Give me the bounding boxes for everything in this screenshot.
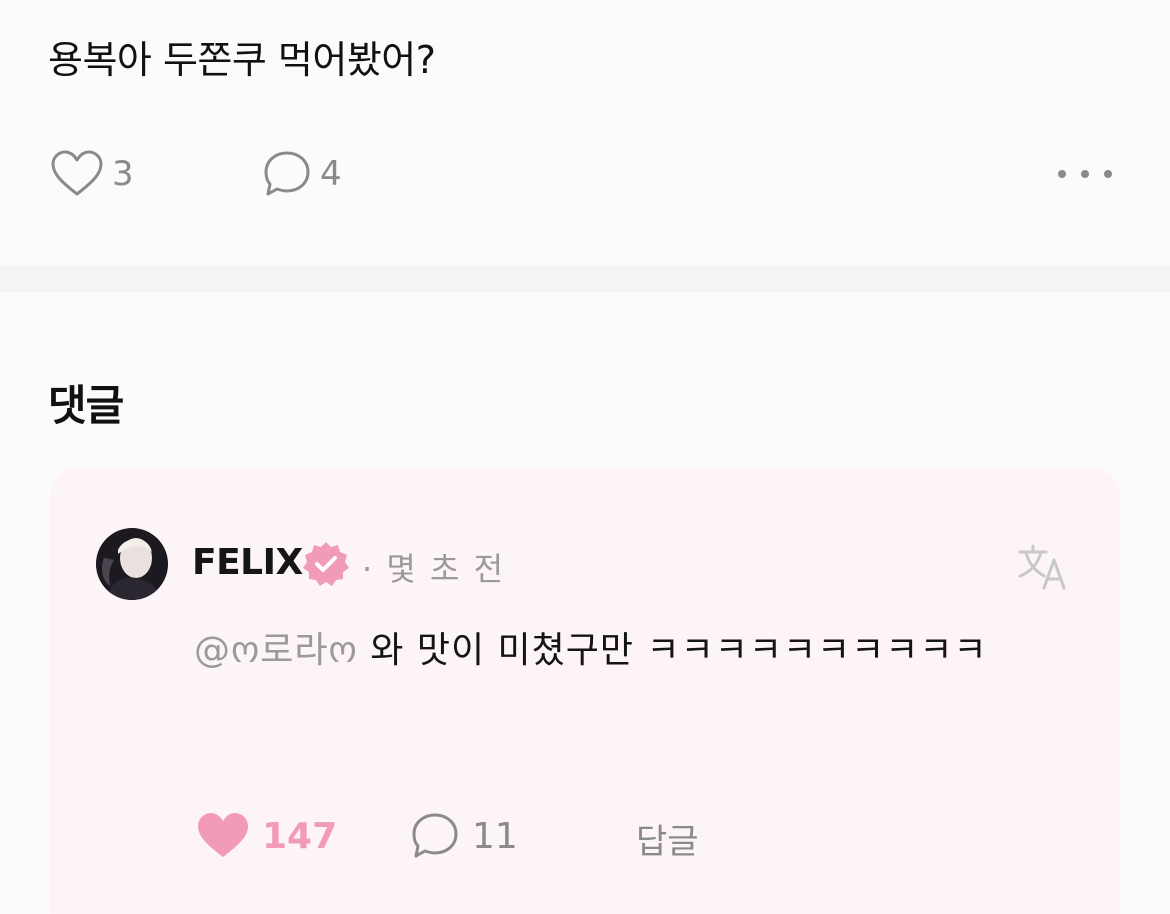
- comment-message: 와 맛이 미쳤구만 ㅋㅋㅋㅋㅋㅋㅋㅋㅋㅋ: [357, 630, 988, 671]
- comment-action-bar: 147 11 답글: [196, 808, 996, 864]
- post-action-bar: 3 4: [50, 146, 1120, 202]
- comment-reply-count: 11: [472, 815, 518, 857]
- speech-bubble-icon: [264, 151, 310, 196]
- comments-section-title: 댓글: [48, 381, 124, 430]
- comment-like-button[interactable]: 147: [196, 808, 337, 864]
- translate-icon: [1018, 544, 1066, 590]
- avatar-image: [96, 528, 168, 600]
- post-detail-screen: 용복아 두쫀쿠 먹어봤어? 3 4 댓글 FELIX · 몇 초 전 @ო로라ო…: [0, 0, 1170, 914]
- comment-timestamp: · 몇 초 전: [362, 550, 506, 588]
- heart-filled-icon: [198, 813, 248, 857]
- speech-bubble-icon: [412, 813, 458, 858]
- avatar[interactable]: [96, 528, 168, 600]
- translate-button[interactable]: [1016, 542, 1070, 592]
- comment-mention[interactable]: @ო로라ო: [194, 630, 358, 671]
- heart-outline-icon: [51, 150, 103, 196]
- comment-reply-count-button[interactable]: 11: [410, 808, 518, 864]
- more-horizontal-icon: [1058, 170, 1066, 178]
- more-horizontal-icon: [1081, 170, 1089, 178]
- comment-card: FELIX · 몇 초 전 @ო로라ო 와 맛이 미쳤구만 ㅋㅋㅋㅋㅋㅋㅋㅋㅋㅋ: [50, 468, 1120, 914]
- reply-button[interactable]: 답글: [636, 814, 699, 863]
- comment-like-count: 147: [262, 815, 338, 857]
- post-like-button[interactable]: 3: [50, 146, 134, 202]
- comment-text: @ო로라ო 와 맛이 미쳤구만 ㅋㅋㅋㅋㅋㅋㅋㅋㅋㅋ: [194, 618, 1074, 684]
- section-divider: [0, 266, 1170, 292]
- post-text: 용복아 두쫀쿠 먹어봤어?: [48, 38, 436, 82]
- post-like-count: 3: [112, 154, 134, 194]
- comment-username[interactable]: FELIX: [192, 542, 303, 583]
- post-comment-count: 4: [320, 154, 342, 194]
- more-horizontal-icon: [1104, 170, 1112, 178]
- verified-badge-icon: [303, 542, 349, 586]
- more-options-button[interactable]: [1058, 160, 1112, 188]
- post-comment-button[interactable]: 4: [262, 146, 342, 202]
